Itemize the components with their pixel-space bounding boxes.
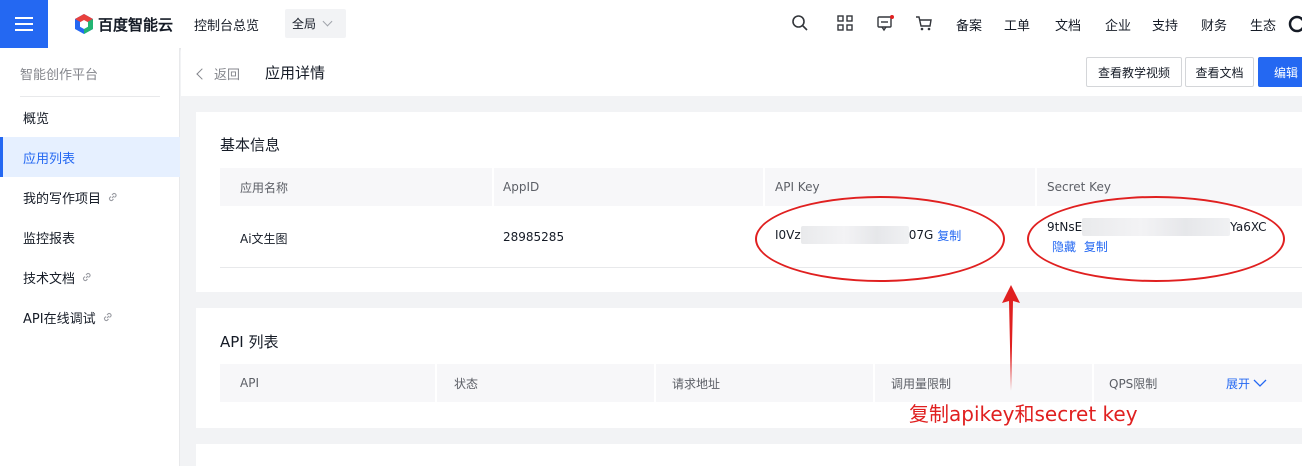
baidu-cloud-logo-icon [75, 14, 93, 34]
back-button[interactable]: 返回 [196, 64, 241, 83]
annotation-circle-api-key [755, 196, 1005, 282]
basic-info-title: 基本信息 [220, 136, 281, 154]
console-overview-link[interactable]: 控制台总览 [194, 15, 259, 34]
nav-link-filing[interactable]: 备案 [956, 15, 982, 34]
apps-icon[interactable] [836, 14, 854, 32]
view-docs-button[interactable]: 查看文档 [1185, 57, 1254, 87]
sidebar-item-label: 技术文档 [23, 271, 76, 287]
nav-link-docs[interactable]: 文档 [1055, 15, 1081, 34]
nav-link-enterprise[interactable]: 企业 [1105, 15, 1131, 34]
nav-link-ecosystem[interactable]: 生态 [1250, 15, 1276, 34]
sidebar: 智能创作平台 概览 应用列表 我的写作项目 监控报表 技术文档 API在线调试 [0, 48, 180, 466]
column-header: QPS限制 [1109, 376, 1158, 391]
top-nav-bar: 百度智能云 控制台总览 全局 备案 工单 文档 企业 支持 财务 生态 [0, 0, 1302, 48]
annotation-arrow-icon [1002, 285, 1020, 391]
column-separator [492, 168, 494, 206]
chevron-down-icon [322, 16, 333, 27]
sidebar-item-tech-docs[interactable]: 技术文档 [0, 257, 180, 297]
external-link-icon [108, 192, 117, 202]
nav-link-ticket[interactable]: 工单 [1004, 15, 1030, 34]
nav-link-support[interactable]: 支持 [1152, 15, 1178, 34]
annotation-circle-secret-key [1027, 196, 1285, 282]
next-card [196, 444, 1302, 466]
api-list-title: API 列表 [220, 333, 279, 351]
app-id-value: 28985285 [503, 230, 565, 244]
edit-button-label: 编辑 [1273, 65, 1298, 80]
region-label: 全局 [292, 17, 317, 31]
column-header: 调用量限制 [891, 376, 952, 391]
search-icon[interactable] [791, 14, 809, 32]
column-separator [873, 364, 875, 402]
sidebar-item-label: 概览 [23, 111, 50, 127]
external-link-icon [103, 312, 112, 322]
column-separator [435, 364, 437, 402]
sidebar-item-label: API在线调试 [23, 311, 96, 327]
column-header: 请求地址 [672, 376, 721, 391]
page-title: 应用详情 [265, 64, 326, 82]
api-list-table-header: API 状态 请求地址 调用量限制 QPS限制 展开 [220, 364, 1302, 402]
annotation-text: 复制apikey和secret key [909, 402, 1138, 426]
column-header: 应用名称 [240, 180, 289, 195]
chevron-down-icon [1253, 379, 1267, 387]
user-avatar-icon[interactable] [1288, 15, 1302, 33]
view-tutorial-video-button[interactable]: 查看教学视频 [1086, 57, 1182, 87]
hamburger-icon [15, 17, 33, 31]
chevron-left-icon [196, 67, 208, 80]
logo[interactable]: 百度智能云 [74, 12, 173, 36]
column-header: API Key [775, 180, 820, 194]
edit-button[interactable]: 编辑 [1258, 57, 1302, 87]
sidebar-item-writing-projects[interactable]: 我的写作项目 [0, 177, 180, 217]
cart-icon[interactable] [915, 14, 933, 32]
sidebar-item-overview[interactable]: 概览 [0, 97, 180, 137]
sidebar-title: 智能创作平台 [20, 68, 99, 83]
expand-label: 展开 [1226, 376, 1251, 391]
menu-button[interactable] [0, 0, 48, 48]
app-name-value: Ai文生图 [240, 232, 288, 246]
message-icon[interactable] [876, 14, 894, 32]
column-separator [1092, 364, 1094, 402]
sidebar-item-app-list[interactable]: 应用列表 [0, 137, 180, 177]
sidebar-item-label: 应用列表 [23, 151, 76, 167]
region-select[interactable]: 全局 [285, 9, 346, 38]
column-header: AppID [503, 180, 540, 194]
expand-toggle[interactable]: 展开 [1226, 364, 1267, 402]
column-header: 状态 [454, 376, 479, 391]
page-header: 返回 应用详情 查看教学视频 查看文档 编辑 [181, 48, 1302, 96]
sidebar-item-label: 监控报表 [23, 231, 76, 247]
column-separator [654, 364, 656, 402]
column-separator [1035, 168, 1037, 206]
nav-link-finance[interactable]: 财务 [1201, 15, 1227, 34]
logo-text: 百度智能云 [98, 15, 174, 34]
column-separator [763, 168, 765, 206]
sidebar-item-api-debug[interactable]: API在线调试 [0, 297, 180, 337]
column-header: API [240, 376, 259, 390]
external-link-icon [82, 272, 91, 282]
back-label: 返回 [214, 68, 241, 83]
sidebar-item-label: 我的写作项目 [23, 191, 102, 207]
sidebar-item-monitoring[interactable]: 监控报表 [0, 217, 180, 257]
